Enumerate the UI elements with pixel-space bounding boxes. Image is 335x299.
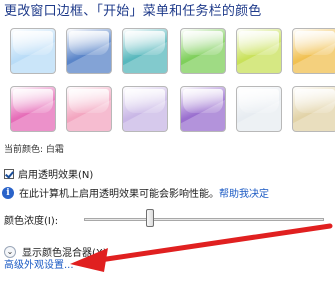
color-swatch-blush[interactable] (10, 86, 56, 132)
color-intensity-label: 颜色浓度(I): (4, 216, 59, 227)
color-swatch-sand[interactable] (292, 86, 335, 132)
color-swatch-twilight[interactable] (66, 28, 112, 74)
current-color-label: 当前颜色: 白霜 (4, 145, 64, 155)
transparency-checkbox[interactable] (4, 168, 14, 179)
color-swatch-rose[interactable] (66, 86, 112, 132)
color-swatch-violet[interactable] (180, 86, 226, 132)
color-swatch-sea[interactable] (122, 28, 168, 74)
info-icon: i (2, 186, 14, 199)
transparency-option[interactable]: 启用透明效果(N) (4, 166, 93, 181)
color-intensity-slider[interactable] (84, 218, 324, 221)
page-title: 更改窗口边框、「开始」菜单和任务栏的颜色 (4, 4, 262, 19)
help-me-decide-link[interactable]: 帮助我决定 (219, 185, 269, 200)
transparency-label[interactable]: 启用透明效果(N) (18, 166, 93, 181)
performance-notice: i 在此计算机上启用透明效果可能会影响性能。 帮助我决定 (2, 185, 269, 200)
color-swatch-lime[interactable] (236, 28, 282, 74)
advanced-appearance-settings-link[interactable]: 高级外观设置... (4, 256, 74, 271)
color-swatch-pumpkin[interactable] (292, 28, 335, 74)
color-swatch-frost[interactable] (236, 86, 282, 132)
color-swatch-lavender[interactable] (122, 86, 168, 132)
color-intensity-slider-thumb[interactable] (146, 209, 155, 227)
performance-notice-text: 在此计算机上启用透明效果可能会影响性能。 (19, 189, 219, 200)
color-swatch-sky[interactable] (10, 28, 56, 74)
color-swatch-leaf[interactable] (180, 28, 226, 74)
